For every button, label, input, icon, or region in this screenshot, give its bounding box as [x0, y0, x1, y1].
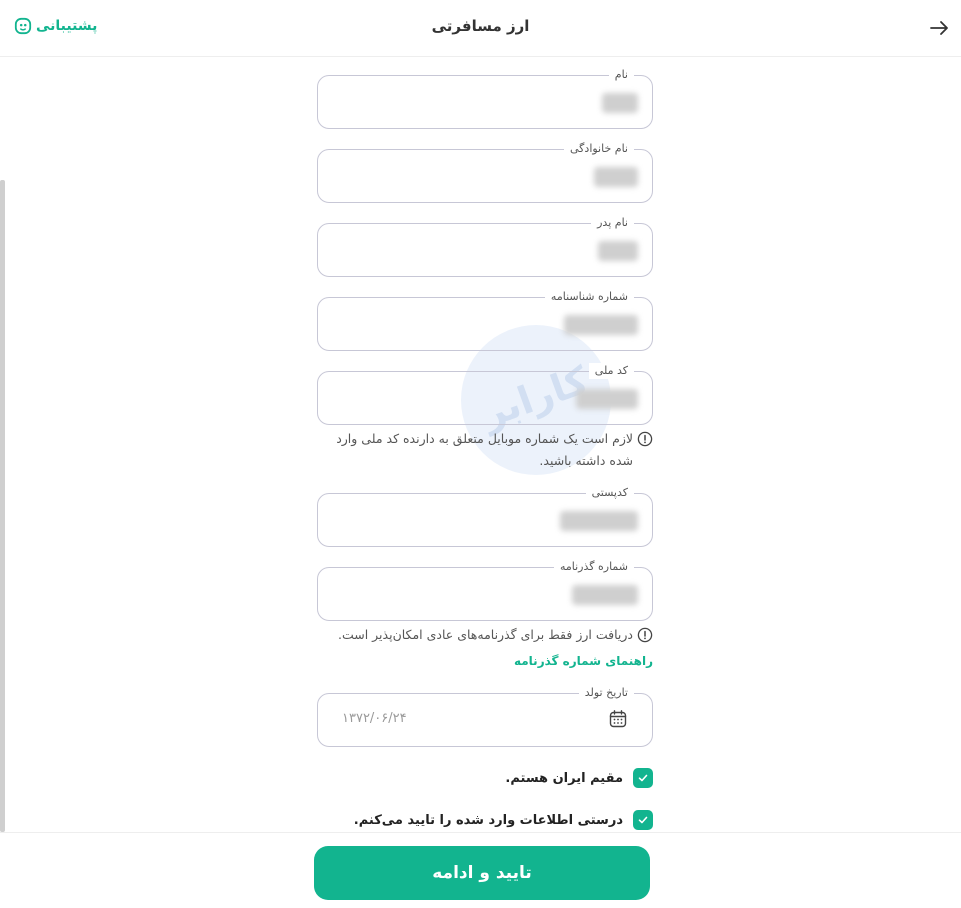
passport-hint-text: دریافت ارز فقط برای گذرنامه‌های عادی امک…: [337, 627, 633, 642]
confirm-and-continue-button[interactable]: تایید و ادامه: [314, 846, 650, 900]
confirm-info-checkbox-row[interactable]: درستی اطلاعات وارد شده را تایید می‌کنم.: [354, 810, 653, 830]
resident-checkbox[interactable]: [633, 768, 653, 788]
confirm-info-checkbox-label: درستی اطلاعات وارد شده را تایید می‌کنم.: [353, 812, 623, 828]
resident-checkbox-label: مقیم ایران هستم.: [505, 770, 623, 786]
national-id-hint: لازم است یک شماره موبایل متعلق به دارنده…: [317, 428, 653, 472]
father-name-field[interactable]: نام پدر: [317, 215, 653, 277]
last-name-label: نام خانوادگی: [564, 141, 634, 157]
support-icon: [14, 17, 32, 35]
first-name-label: نام: [608, 67, 634, 83]
father-name-label: نام پدر: [591, 215, 634, 231]
first-name-field[interactable]: نام: [317, 67, 653, 129]
birth-date-field[interactable]: تاریخ تولد ۱۳۷۲/۰۶/۲۴: [317, 685, 653, 747]
page-title: ارز مسافرتی: [431, 17, 530, 35]
birth-certificate-number-label: شماره شناسنامه: [544, 289, 634, 305]
birth-date-value: ۱۳۷۲/۰۶/۲۴: [342, 711, 407, 726]
scrollbar[interactable]: [0, 180, 5, 832]
national-id-value-redacted: [576, 389, 638, 409]
national-id-field[interactable]: کد ملی: [317, 363, 653, 425]
calendar-icon[interactable]: [608, 709, 628, 729]
last-name-value-redacted: [594, 167, 638, 187]
passport-number-field[interactable]: شماره گذرنامه: [317, 559, 653, 621]
last-name-field[interactable]: نام خانوادگی: [317, 141, 653, 203]
support-button[interactable]: پشتیبانی: [14, 17, 97, 35]
info-icon: [637, 627, 653, 643]
passport-number-value-redacted: [572, 585, 638, 605]
national-id-hint-text: لازم است یک شماره موبایل متعلق به دارنده…: [336, 431, 633, 468]
support-label: پشتیبانی: [36, 18, 98, 34]
birth-date-label: تاریخ تولد: [578, 685, 634, 701]
app-header: ارز مسافرتی پشتیبانی: [0, 0, 961, 57]
postal-code-label: کدپستی: [585, 485, 634, 501]
postal-code-field[interactable]: کدپستی: [317, 485, 653, 547]
passport-guide-link[interactable]: راهنمای شماره گذرنامه: [514, 654, 653, 668]
info-icon: [637, 431, 653, 447]
check-icon: [638, 774, 648, 782]
birth-certificate-number-value-redacted: [564, 315, 638, 335]
confirm-info-checkbox[interactable]: [633, 810, 653, 830]
father-name-value-redacted: [598, 241, 638, 261]
passport-hint: دریافت ارز فقط برای گذرنامه‌های عادی امک…: [317, 624, 653, 646]
national-id-label: کد ملی: [588, 363, 634, 379]
check-icon: [638, 816, 648, 824]
birth-certificate-number-field[interactable]: شماره شناسنامه: [317, 289, 653, 351]
resident-checkbox-row[interactable]: مقیم ایران هستم.: [505, 768, 653, 788]
postal-code-value-redacted: [560, 511, 638, 531]
footer-bar: تایید و ادامه: [0, 832, 961, 908]
first-name-value-redacted: [602, 93, 638, 113]
passport-number-label: شماره گذرنامه: [553, 559, 634, 575]
